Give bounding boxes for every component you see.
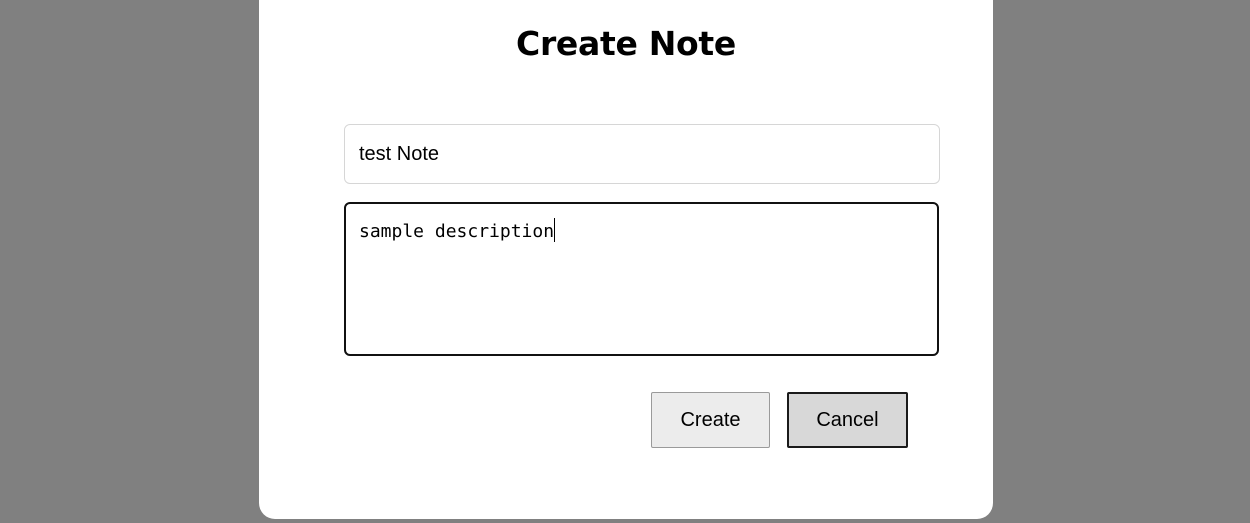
create-button[interactable]: Create: [651, 392, 770, 448]
create-note-dialog: Create Note sample description Create Ca…: [259, 0, 993, 519]
note-title-input[interactable]: [344, 124, 940, 184]
dialog-title: Create Note: [516, 24, 736, 63]
cancel-button[interactable]: Cancel: [787, 392, 908, 448]
text-caret: [554, 218, 556, 242]
note-description-textarea[interactable]: sample description: [344, 202, 939, 356]
note-description-text: sample description: [359, 221, 555, 242]
